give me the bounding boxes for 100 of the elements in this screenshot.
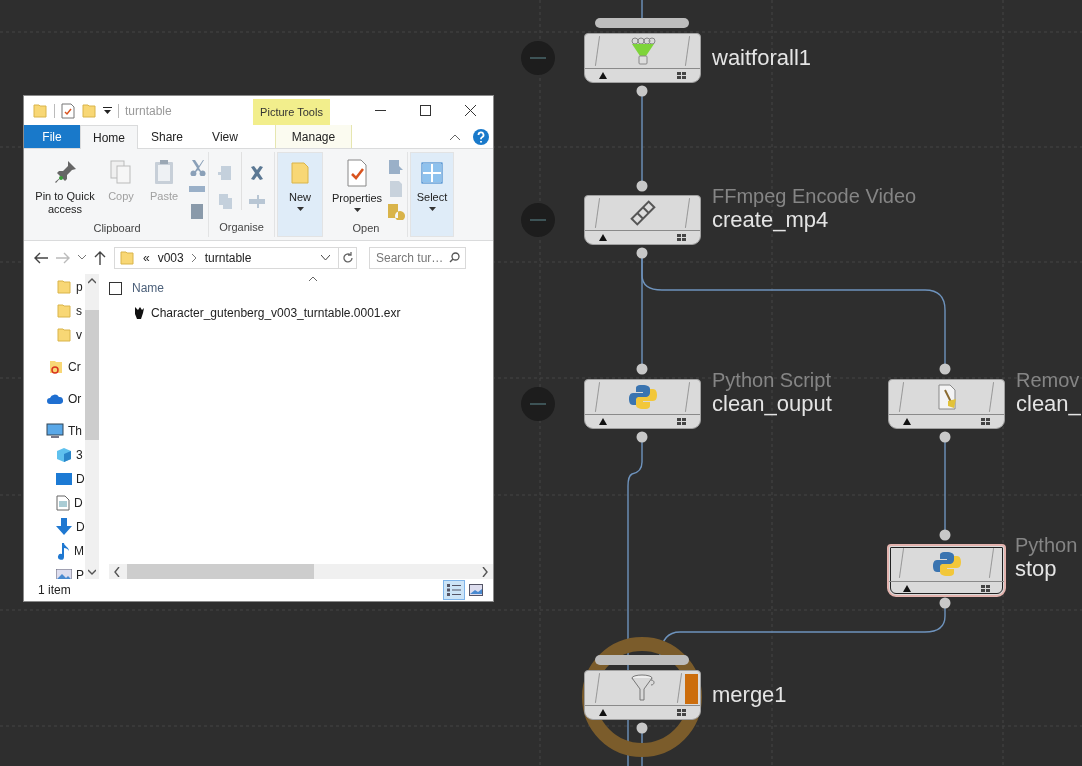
triangle-icon[interactable]: [599, 72, 607, 79]
nav-item[interactable]: s: [76, 302, 82, 320]
nav-item[interactable]: Th: [68, 422, 82, 440]
dropdown-icon[interactable]: [103, 106, 112, 115]
ribbon-tab[interactable]: View: [196, 125, 254, 148]
ribbon-tab[interactable]: Manage: [275, 125, 352, 148]
node-name[interactable]: merge1: [712, 684, 787, 706]
node-body[interactable]: [888, 379, 1005, 429]
ribbon-button[interactable]: New: [280, 153, 320, 211]
scroll-right-icon[interactable]: [481, 566, 489, 577]
node-body[interactable]: [584, 670, 701, 720]
port-dot[interactable]: [636, 180, 648, 192]
port-dot[interactable]: [636, 85, 648, 97]
paste-shortcut-icon[interactable]: [188, 202, 206, 220]
node-type-label: FFmpeg Encode Video: [712, 186, 917, 206]
scroll-left-icon[interactable]: [113, 566, 121, 577]
grid-icon[interactable]: [677, 72, 686, 79]
triangle-icon[interactable]: [599, 234, 607, 241]
node-name[interactable]: clean_ouput: [712, 393, 832, 415]
nav-item[interactable]: D: [74, 494, 83, 512]
computer-icon: [46, 423, 64, 439]
nav-item[interactable]: p: [76, 278, 83, 296]
breadcrumb-overflow[interactable]: «: [143, 248, 150, 267]
grid-icon[interactable]: [981, 418, 990, 425]
ribbon-tab[interactable]: File: [24, 125, 80, 148]
chevron-right-icon[interactable]: [191, 253, 197, 262]
node-type-label: Python: [1015, 535, 1078, 555]
ribbon-button[interactable]: Select: [413, 153, 451, 211]
nav-item[interactable]: v: [76, 326, 82, 344]
connector-line: [641, 0, 643, 19]
triangle-icon[interactable]: [599, 709, 607, 716]
port-dot[interactable]: [939, 431, 951, 443]
triangle-icon[interactable]: [599, 418, 607, 425]
nav-item[interactable]: Or: [68, 390, 82, 408]
nav-item[interactable]: M: [74, 542, 84, 560]
ribbon-tab[interactable]: Share: [138, 125, 196, 148]
search-field[interactable]: Search tur…: [369, 246, 466, 269]
maximize-icon: [420, 105, 431, 116]
select-all-icon: [418, 159, 446, 187]
document-icon: [56, 495, 70, 511]
port-dot[interactable]: [636, 431, 648, 443]
properties-icon[interactable]: [61, 102, 75, 119]
horizontal-scrollbar[interactable]: [109, 564, 493, 579]
nav-item[interactable]: 3: [76, 446, 83, 464]
ribbon-button[interactable]: Properties: [327, 152, 387, 212]
node-body[interactable]: [584, 33, 701, 83]
scroll-thumb[interactable]: [84, 310, 99, 440]
ribbon-tab[interactable]: Home: [80, 125, 138, 149]
triangle-icon[interactable]: [903, 418, 911, 425]
scroll-thumb[interactable]: [127, 564, 314, 579]
delete-icon[interactable]: [248, 164, 266, 182]
node-name[interactable]: waitforall1: [712, 47, 812, 69]
chevron-down-icon[interactable]: [321, 254, 330, 261]
nav-item[interactable]: Cr: [68, 358, 81, 376]
node-name[interactable]: stop: [1015, 558, 1057, 580]
node-name[interactable]: create_mp4: [712, 209, 829, 231]
nav-item[interactable]: P: [76, 566, 84, 579]
input-bar[interactable]: [595, 655, 689, 665]
grid-icon[interactable]: [677, 418, 686, 425]
chevron-down-icon[interactable]: [78, 255, 86, 260]
triangle-icon[interactable]: [903, 585, 911, 592]
port-dot[interactable]: [636, 363, 648, 375]
port-dot[interactable]: [939, 363, 951, 375]
nav-item[interactable]: D: [76, 518, 85, 536]
column-header[interactable]: Name: [132, 279, 164, 297]
desktop-icon: [56, 472, 72, 486]
input-bar[interactable]: [595, 18, 689, 28]
node-body[interactable]: [584, 379, 701, 429]
ribbon-button[interactable]: Pin to Quick access: [28, 152, 102, 216]
node-name[interactable]: clean_: [1016, 393, 1081, 415]
grid-icon[interactable]: [677, 234, 686, 241]
help-icon[interactable]: [473, 128, 489, 145]
port-dot[interactable]: [636, 722, 648, 734]
breadcrumb-item[interactable]: turntable: [204, 248, 252, 267]
folder-icon: [48, 359, 64, 375]
up-arrow-icon[interactable]: [94, 250, 106, 265]
folder-icon: [32, 102, 48, 119]
port-dot[interactable]: [939, 597, 951, 609]
thumbnail-view-icon: [469, 584, 483, 596]
address-bar[interactable]: « v003 turntable: [114, 246, 357, 269]
context-tab-header: Picture Tools: [253, 99, 330, 125]
back-arrow-icon[interactable]: [34, 251, 48, 264]
port-dot[interactable]: [636, 247, 648, 259]
search-icon[interactable]: [449, 251, 460, 263]
grid-icon[interactable]: [677, 709, 686, 716]
breadcrumb-item[interactable]: v003: [157, 248, 184, 267]
refresh-icon[interactable]: [341, 251, 354, 264]
ribbon-group-label: Open: [351, 221, 381, 236]
node-body[interactable]: [584, 195, 701, 245]
grid-icon[interactable]: [981, 585, 990, 592]
status-text: 1 item: [38, 582, 71, 599]
node-body[interactable]: [887, 544, 1006, 597]
port-dot[interactable]: [939, 529, 951, 541]
file-name[interactable]: Character_gutenberg_v003_turntable.0001.exr: [151, 304, 401, 322]
vertical-scrollbar[interactable]: [84, 274, 99, 579]
select-all-checkbox[interactable]: [109, 281, 122, 295]
collapse-ribbon-icon[interactable]: [449, 132, 461, 141]
view-button[interactable]: [443, 580, 465, 600]
cube-icon: [56, 447, 72, 463]
nav-item[interactable]: D: [76, 470, 85, 488]
